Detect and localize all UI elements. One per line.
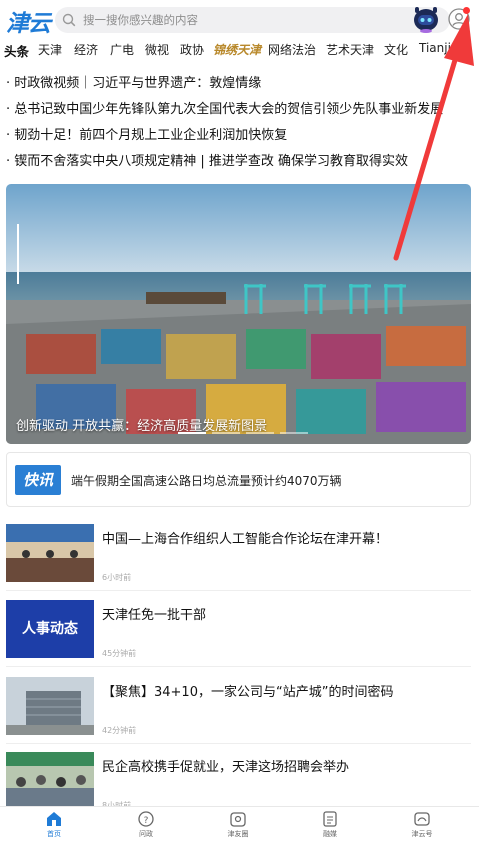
carousel-dot xyxy=(280,432,308,434)
nav-home[interactable]: 首页 xyxy=(24,810,84,839)
media-icon xyxy=(323,811,337,827)
app-logo[interactable]: 津云 xyxy=(6,4,51,38)
tab-tianjin-en[interactable]: Tianjin xyxy=(419,41,459,55)
tab-splendid-tianjin[interactable]: 锦绣天津 xyxy=(213,41,261,58)
nav-friends[interactable]: 津友圈 xyxy=(208,810,268,839)
flash-news[interactable]: 快讯 端午假期全国高速公路日均总流量预计约4070万辆 xyxy=(6,452,471,507)
add-channel-button[interactable]: + xyxy=(458,40,470,56)
nav-label: 首页 xyxy=(47,830,61,838)
tab-tianjin[interactable]: 天津 xyxy=(38,41,62,58)
flash-badge: 快讯 xyxy=(15,465,61,495)
headline-item[interactable]: · 韧劲十足！前四个月规上工业企业利润加快恢复 xyxy=(6,124,476,143)
article-title: 中国—上海合作组织人工智能合作论坛在津开幕！ xyxy=(102,532,389,547)
carousel-dot xyxy=(178,432,206,434)
friends-icon xyxy=(230,812,246,827)
nav-label: 津云号 xyxy=(411,830,433,838)
tab-culture[interactable]: 文化 xyxy=(384,41,408,58)
article-item[interactable]: 人事动态 天津任免一批干部 45分钟前 xyxy=(6,600,471,676)
headline-item[interactable]: · 锲而不舍落实中央八项规定精神 | 推进学查改 确保学习教育取得实效 xyxy=(6,150,476,169)
port-aerial-image xyxy=(6,184,471,444)
article-item[interactable]: 【聚焦】34+10，一家公司与“站产城”的时间密码 42分钟前 xyxy=(6,677,471,753)
nav-label: 问政 xyxy=(139,830,153,838)
tab-broadcast[interactable]: 广电 xyxy=(110,41,134,58)
tab-art-tianjin[interactable]: 艺术天津 xyxy=(326,41,374,58)
channel-tabs: 头条 天津 经济 广电 微视 政协 锦绣天津 网络法治 艺术天津 文化 Tian… xyxy=(0,38,479,62)
article-time: 42分钟前 xyxy=(102,726,137,735)
job-fair-photo xyxy=(6,752,94,810)
article-item[interactable]: 中国—上海合作组织人工智能合作论坛在津开幕！ 6小时前 xyxy=(6,524,471,600)
nav-label: 津友圈 xyxy=(227,830,249,838)
notification-dot xyxy=(463,7,470,14)
article-time: 45分钟前 xyxy=(102,649,137,658)
tab-micro-video[interactable]: 微视 xyxy=(145,41,169,58)
divider xyxy=(6,590,471,591)
svg-text:?: ? xyxy=(144,816,149,826)
building-photo xyxy=(6,677,94,735)
search-placeholder: 搜一搜你感兴趣的内容 xyxy=(83,13,198,27)
nav-label: 融媒 xyxy=(323,830,337,838)
tab-economy[interactable]: 经济 xyxy=(74,41,98,58)
home-icon xyxy=(47,812,61,826)
headline-item[interactable]: · 时政微视频｜习近平与世界遗产：敦煌情缘 xyxy=(6,72,476,91)
divider xyxy=(6,743,471,744)
tab-internet-law[interactable]: 网络法治 xyxy=(268,41,316,58)
article-title: 天津任免一批干部 xyxy=(102,608,207,623)
personnel-thumbnail: 人事动态 xyxy=(6,600,94,658)
bottom-navigation: 首页 ? 问政 津友圈 融媒 津云号 xyxy=(0,806,479,841)
flash-text: 端午假期全国高速公路日均总流量预计约4070万辆 xyxy=(71,474,342,488)
tab-cppcc[interactable]: 政协 xyxy=(180,41,204,58)
article-time: 6小时前 xyxy=(102,573,132,582)
feature-banner[interactable]: 创新驱动 开放共赢：经济高质量发展新图景 xyxy=(6,184,471,444)
forum-photo xyxy=(6,524,94,582)
top-bar: 津云 搜一搜你感兴趣的内容 xyxy=(0,0,479,38)
headline-item[interactable]: · 总书记致中国少年先锋队第九次全国代表大会的贺信引领少先队事业新发展 xyxy=(6,98,476,117)
divider xyxy=(6,666,471,667)
search-icon xyxy=(62,13,76,27)
ai-assistant-icon[interactable] xyxy=(412,5,440,33)
carousel-dot xyxy=(246,432,274,434)
carousel-indicator xyxy=(178,419,314,438)
article-title: 民企高校携手促就业，天津这场招聘会举办 xyxy=(102,760,350,775)
account-icon xyxy=(414,812,430,826)
tab-headlines[interactable]: 头条 xyxy=(4,41,29,60)
carousel-dot xyxy=(212,432,240,434)
article-title: 【聚焦】34+10，一家公司与“站产城”的时间密码 xyxy=(102,685,394,700)
ask-icon: ? xyxy=(138,811,154,827)
search-bar[interactable]: 搜一搜你感兴趣的内容 xyxy=(55,7,450,33)
nav-ask[interactable]: ? 问政 xyxy=(116,810,176,839)
nav-media[interactable]: 融媒 xyxy=(300,810,360,839)
nav-account[interactable]: 津云号 xyxy=(392,810,452,839)
thumbnail-text: 人事动态 xyxy=(22,621,78,637)
